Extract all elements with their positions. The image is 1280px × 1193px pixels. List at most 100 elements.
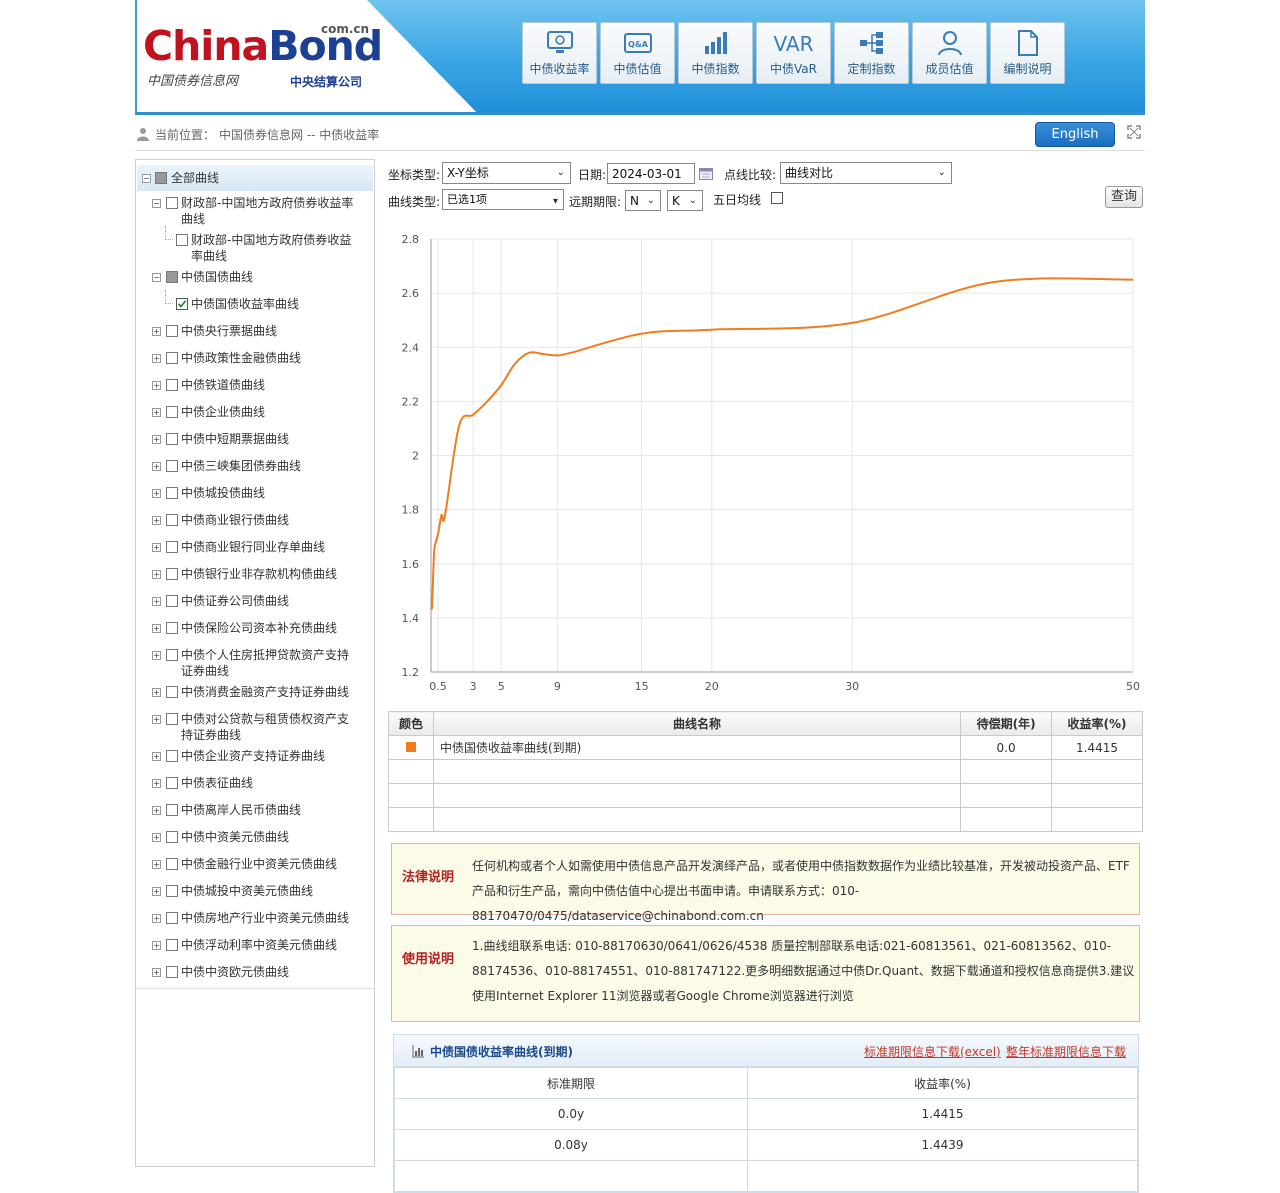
tree-checkbox[interactable]	[166, 831, 178, 843]
nav-custom-index[interactable]: 定制指数	[834, 22, 909, 84]
dropdown-arrow-icon: ▾	[552, 196, 558, 207]
calendar-icon[interactable]	[699, 167, 713, 183]
tree-item-label: 中债国债收益率曲线	[191, 297, 300, 311]
expand-icon[interactable]: +	[152, 624, 161, 633]
tree-checkbox[interactable]	[166, 460, 178, 472]
tree-checkbox[interactable]	[166, 541, 178, 553]
tree-connector	[165, 226, 173, 240]
x-tick-label: 9	[554, 680, 561, 693]
expand-icon[interactable]: +	[152, 489, 161, 498]
expand-icon[interactable]: +	[152, 779, 161, 788]
expand-icon[interactable]: +	[152, 543, 161, 552]
tree-checkbox[interactable]	[155, 172, 167, 184]
download-excel-link[interactable]: 标准期限信息下载(excel)	[864, 1043, 1001, 1060]
tree-checkbox[interactable]	[166, 750, 178, 762]
curve-type-select[interactable]: 已选1项 ▾	[442, 189, 564, 210]
tree-checkbox[interactable]	[166, 197, 178, 209]
tree-checkbox[interactable]	[176, 298, 188, 310]
tree-checkbox[interactable]	[166, 622, 178, 634]
expand-icon[interactable]: +	[152, 914, 161, 923]
tree-checkbox[interactable]	[166, 433, 178, 445]
tree-checkbox[interactable]	[166, 325, 178, 337]
expand-icon[interactable]: +	[152, 597, 161, 606]
tree-checkbox[interactable]	[166, 966, 178, 978]
tree-item-label: 中债三峡集团债券曲线	[181, 459, 302, 473]
expand-icon[interactable]: +	[152, 354, 161, 363]
tree-item-label: 中债央行票据曲线	[181, 324, 278, 338]
expand-icon[interactable]: +	[152, 516, 161, 525]
tree-checkbox[interactable]	[166, 686, 178, 698]
far-term-k-select[interactable]: K ⌄	[667, 190, 703, 211]
breadcrumb-path[interactable]: 中国债券信息网 -- 中债收益率	[219, 126, 379, 143]
fullscreen-icon[interactable]	[1127, 125, 1141, 139]
expand-icon[interactable]: +	[152, 327, 161, 336]
expand-icon[interactable]: +	[152, 435, 161, 444]
tree-checkbox[interactable]	[166, 858, 178, 870]
expand-icon[interactable]: +	[152, 806, 161, 815]
collapse-icon[interactable]: −	[152, 199, 161, 208]
nav-valuation[interactable]: Q&A 中债估值	[600, 22, 675, 84]
download-panel: 中债国债收益率曲线(到期) 标准期限信息下载(excel) 整年标准期限信息下载…	[393, 1034, 1139, 1193]
expand-icon[interactable]: +	[152, 570, 161, 579]
tree-checkbox[interactable]	[166, 939, 178, 951]
tree-checkbox[interactable]	[166, 487, 178, 499]
chinabond-logo[interactable]: ChinaBond com.cn 中国债券信息网 中央结算公司	[143, 22, 383, 92]
expand-icon[interactable]: +	[152, 715, 161, 724]
chevron-down-icon: ⌄	[688, 195, 697, 206]
tree-item-label: 中债政策性金融债曲线	[181, 351, 302, 365]
nav-member-valuation[interactable]: 成员估值	[912, 22, 987, 84]
table-row[interactable]: 中债国债收益率曲线(到期) 0.0 1.4415	[388, 735, 1143, 760]
tree-checkbox[interactable]	[166, 352, 178, 364]
five-day-label: 五日均线	[713, 193, 762, 207]
tree-checkbox[interactable]	[166, 271, 178, 283]
download-full-year-link[interactable]: 整年标准期限信息下载	[1006, 1043, 1126, 1060]
query-button[interactable]: 查询	[1105, 186, 1143, 208]
expand-icon[interactable]: +	[152, 651, 161, 660]
tree-item-label: 中债企业债曲线	[181, 405, 266, 419]
tree-checkbox[interactable]	[166, 406, 178, 418]
expand-icon[interactable]: +	[152, 860, 161, 869]
collapse-icon[interactable]: −	[142, 174, 151, 183]
date-input[interactable]: 2024-03-01	[607, 163, 695, 184]
coord-type-select[interactable]: X-Y坐标 ⌄	[442, 162, 571, 184]
expand-icon[interactable]: +	[152, 462, 161, 471]
compare-select[interactable]: 曲线对比 ⌄	[780, 162, 952, 184]
chart-icon	[412, 1044, 425, 1058]
far-term-n-select[interactable]: N ⌄	[625, 190, 661, 211]
tree-checkbox[interactable]	[166, 777, 178, 789]
page: ChinaBond com.cn 中国债券信息网 中央结算公司 中债收益率 Q&…	[135, 0, 1145, 1193]
breadcrumb: 当前位置： 中国债券信息网 -- 中债收益率 English	[135, 122, 1145, 151]
expand-icon[interactable]: +	[152, 833, 161, 842]
nav-yield[interactable]: 中债收益率	[522, 22, 597, 84]
tree-checkbox[interactable]	[166, 514, 178, 526]
tree-checkbox[interactable]	[166, 885, 178, 897]
expand-icon[interactable]: +	[152, 887, 161, 896]
expand-icon[interactable]: +	[152, 381, 161, 390]
expand-icon[interactable]: +	[152, 688, 161, 697]
nav-var[interactable]: VAR 中债VaR	[756, 22, 831, 84]
far-term-label: 远期期限:	[569, 195, 622, 209]
tree-checkbox[interactable]	[166, 804, 178, 816]
expand-icon[interactable]: +	[152, 941, 161, 950]
nav-index[interactable]: 中债指数	[678, 22, 753, 84]
tree-checkbox[interactable]	[176, 234, 188, 246]
expand-icon[interactable]: +	[152, 968, 161, 977]
collapse-icon[interactable]: −	[152, 273, 161, 282]
tree-checkbox[interactable]	[166, 649, 178, 661]
tree-checkbox[interactable]	[166, 379, 178, 391]
tree-checkbox[interactable]	[166, 713, 178, 725]
nav-methodology[interactable]: 编制说明	[990, 22, 1065, 84]
download-title: 中债国债收益率曲线(到期)	[430, 1045, 573, 1059]
chevron-down-icon: ⌄	[937, 167, 946, 178]
tree-item-label: 中债中短期票据曲线	[181, 432, 290, 446]
tree-checkbox[interactable]	[166, 568, 178, 580]
standard-term-table: 标准期限 收益率(%) 0.0y 1.4415 0.08y 1.4439	[394, 1067, 1138, 1192]
english-button[interactable]: English	[1035, 122, 1115, 147]
tree-checkbox[interactable]	[166, 595, 178, 607]
bar-chart-icon	[679, 23, 752, 61]
expand-icon[interactable]: +	[152, 752, 161, 761]
col-color: 颜色	[388, 711, 434, 736]
five-day-checkbox[interactable]	[771, 192, 783, 204]
expand-icon[interactable]: +	[152, 408, 161, 417]
tree-checkbox[interactable]	[166, 912, 178, 924]
